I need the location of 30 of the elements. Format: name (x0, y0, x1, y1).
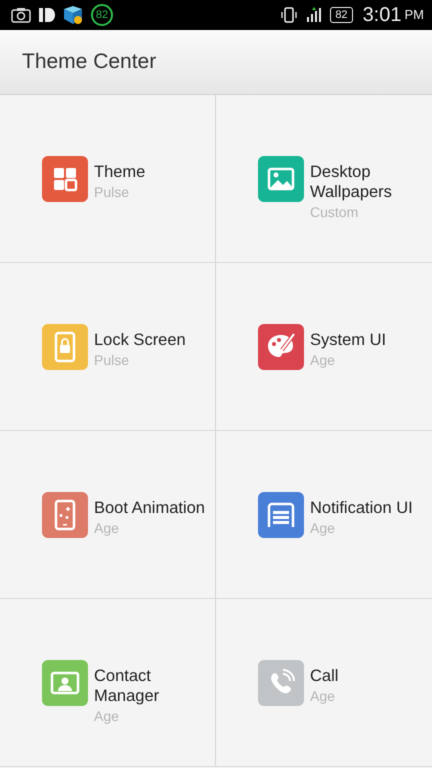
theme-option[interactable]: Boot Animation Age (0, 431, 216, 599)
option-title: Call (310, 666, 338, 686)
clock-period: PM (404, 6, 424, 22)
box-icon (63, 5, 83, 25)
signal-icon (306, 7, 322, 23)
battery-level-badge: 82 (91, 4, 113, 26)
screen-title: Theme Center (22, 50, 156, 74)
option-subtitle: Age (310, 687, 336, 706)
vibrate-icon (280, 7, 298, 23)
option-subtitle: Pulse (94, 351, 130, 370)
option-title: Notification UI (310, 498, 413, 518)
option-title: Lock Screen (94, 330, 186, 350)
option-title: Theme (94, 162, 146, 182)
theme-option[interactable]: Contact Manager Age (0, 599, 216, 767)
option-title: Desktop Wallpapers (310, 162, 392, 202)
battery-icon: 82 (330, 7, 353, 23)
option-subtitle: Age (94, 519, 120, 538)
option-subtitle: Age (310, 519, 336, 538)
option-title: System UI (310, 330, 386, 350)
option-subtitle: Age (310, 351, 336, 370)
camera-icon (11, 7, 31, 23)
clock: 3:01 (362, 4, 402, 26)
option-subtitle: Pulse (94, 183, 130, 202)
option-title: Boot Animation (94, 498, 205, 518)
option-subtitle: Age (94, 707, 120, 726)
option-subtitle: Custom (310, 203, 360, 222)
theme-option[interactable]: Theme Pulse (0, 95, 216, 263)
option-title: Contact Manager (94, 666, 160, 706)
theme-option[interactable]: Lock Screen Pulse (0, 263, 216, 431)
app-icon (39, 8, 55, 22)
